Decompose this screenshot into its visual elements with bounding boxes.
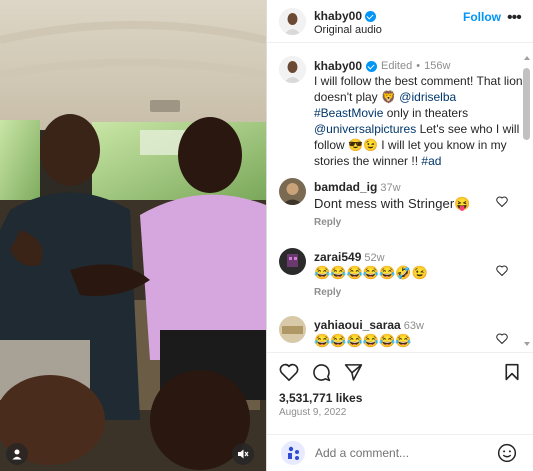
follow-button[interactable]: Follow [463,10,501,24]
caption-text-part: only in theaters [386,106,469,120]
post-date[interactable]: August 9, 2022 [279,407,346,418]
caption-time[interactable]: 156w [424,60,450,72]
mute-button[interactable] [232,443,254,465]
comment-time[interactable]: 63w [404,320,424,332]
comments-scrollbar[interactable] [523,56,530,346]
post-actions: 3,531,771 likes August 9, 2022 [267,352,533,422]
more-options-icon[interactable]: ••• [507,10,522,26]
comment-input[interactable] [315,445,485,461]
post-header: khaby00 Original audio Follow ••• [267,0,533,43]
scroll-up-arrow-icon[interactable] [524,56,530,60]
comment-username[interactable]: yahiaoui_saraa 63w [314,318,424,332]
user-tag-button[interactable] [6,443,28,465]
avatar[interactable] [279,178,306,205]
verified-badge-icon [366,60,378,72]
comments-list[interactable]: khaby00 Edited • 156w I will follow the … [267,44,533,350]
avatar[interactable] [279,248,306,275]
comment-text: 😂😂😂😂😂😂 [314,333,412,348]
caption-username[interactable]: khaby00 [314,59,362,73]
author-username[interactable]: khaby00 [314,9,377,23]
avatar-image [279,178,306,205]
likes-count[interactable]: 3,531,771 likes [279,391,362,405]
comment-time[interactable]: 37w [380,182,400,194]
caption-meta: khaby00 Edited • 156w [314,59,450,73]
comment-text: 😂😂😂😂😂🤣😉 [314,265,429,280]
mention-link[interactable]: @idriselba [399,90,456,104]
send-icon[interactable] [344,363,363,381]
video-frame [0,0,266,471]
heart-icon[interactable] [496,333,508,344]
comment-username[interactable]: zarai549 52w [314,250,385,264]
hashtag-link[interactable]: #ad [421,154,441,168]
speaker-muted-icon [238,449,249,459]
comment-text: Dont mess with Stringer😝 [314,196,471,211]
avatar[interactable] [279,8,306,35]
comment-icon[interactable] [312,363,331,382]
scrollbar-thumb[interactable] [523,68,530,140]
add-comment-bar [267,434,533,471]
post-details: khaby00 Original audio Follow ••• khaby0… [266,0,533,471]
comment-username-text[interactable]: yahiaoui_saraa [314,318,401,332]
hashtag-link[interactable]: #BeastMovie [314,106,383,120]
avatar-image [279,316,306,343]
author-username-text[interactable]: khaby00 [314,9,362,23]
caption-text: I will follow the best comment! That lio… [314,73,524,169]
avatar[interactable] [279,316,306,343]
avatar-image [279,8,306,35]
avatar-image [279,56,306,83]
comment-username-text[interactable]: zarai549 [314,250,361,264]
scroll-down-arrow-icon[interactable] [524,342,530,346]
heart-icon[interactable] [496,196,508,207]
post-media[interactable] [0,0,266,471]
mention-link[interactable]: @universalpictures [314,122,416,136]
separator-dot: • [416,60,421,72]
emoji-icon[interactable] [497,443,517,463]
verified-badge-icon [365,10,377,22]
heart-icon[interactable] [279,363,299,381]
heart-icon[interactable] [496,265,508,276]
reply-button[interactable]: Reply [314,287,341,298]
user-avatar[interactable] [281,441,305,465]
bookmark-icon[interactable] [504,363,520,381]
audio-label[interactable]: Original audio [314,24,382,36]
edited-label: Edited [381,60,413,72]
comment-username-text[interactable]: bamdad_ig [314,180,377,194]
avatar-image [279,248,306,275]
comment-username[interactable]: bamdad_ig 37w [314,180,401,194]
avatar[interactable] [279,56,306,83]
comment-time[interactable]: 52w [364,252,384,264]
reply-button[interactable]: Reply [314,217,341,228]
user-icon [12,449,22,460]
